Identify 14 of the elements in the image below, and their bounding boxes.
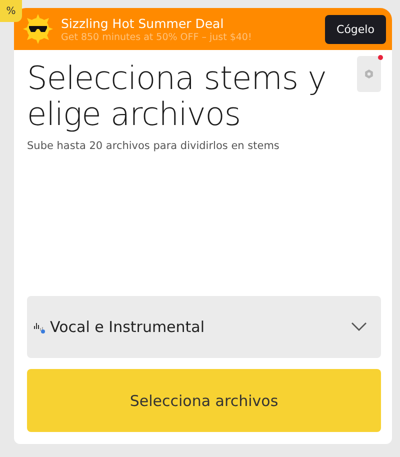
notification-dot — [378, 55, 383, 60]
panel-subtitle: Sube hasta 20 archivos para dividirlos en stems — [27, 140, 280, 152]
claim-button[interactable]: Cógelo — [325, 14, 386, 44]
discount-badge: % — [0, 0, 22, 22]
sun-sunglasses-icon — [22, 13, 54, 45]
settings-icon — [364, 69, 374, 79]
select-files-button[interactable]: Selecciona archivos — [27, 369, 381, 432]
audio-stems-icon — [33, 320, 47, 334]
panel-title: Selecciona stems y elige archivos — [27, 60, 328, 132]
stem-dropdown[interactable]: Vocal e Instrumental — [27, 296, 381, 358]
promo-title: Sizzling Hot Summer Deal — [61, 16, 225, 30]
promo-subtitle: Get 850 minutes at 50% OFF – just $40! — [61, 32, 253, 42]
settings-button[interactable] — [357, 56, 381, 92]
chevron-down-icon — [351, 322, 367, 332]
